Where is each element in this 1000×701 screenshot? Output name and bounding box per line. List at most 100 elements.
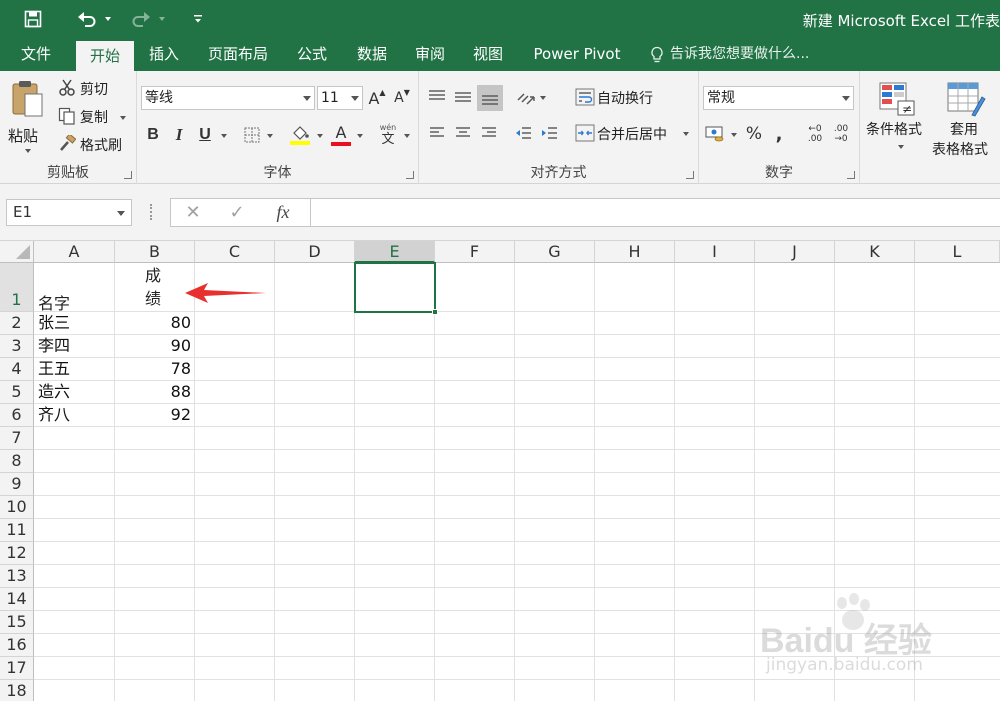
save-button[interactable] [20,6,46,32]
redo-button[interactable] [128,6,154,32]
borders-button[interactable] [241,123,263,147]
column-header-l[interactable]: L [915,241,1000,263]
dialog-launcher-icon[interactable] [847,171,855,179]
increase-indent-button[interactable] [537,121,561,145]
row-header-17[interactable]: 17 [0,657,34,680]
align-top-button[interactable] [425,85,449,109]
name-box[interactable]: E1 [6,199,132,226]
increase-decimal-button[interactable]: ←0 .00 [803,122,827,146]
grow-font-button[interactable]: A ▲ [366,86,388,110]
row-header-10[interactable]: 10 [0,496,34,519]
row-header-8[interactable]: 8 [0,450,34,473]
cell-name[interactable]: 李四 [34,335,115,358]
cell-name[interactable]: 造六 [34,381,115,404]
wrap-text-button[interactable]: 自动换行 [573,85,685,109]
font-color-button[interactable]: A [330,121,352,149]
cell-score[interactable]: 80 [115,312,195,335]
undo-dropdown[interactable] [102,6,114,32]
cut-button[interactable]: 剪切 [56,77,132,99]
dialog-launcher-icon[interactable] [406,171,414,179]
row-header-6[interactable]: 6 [0,404,34,427]
tab-power-pivot[interactable]: Power Pivot [526,38,628,71]
align-right-button[interactable] [477,121,501,145]
percent-button[interactable]: % [743,122,765,146]
cell-score[interactable]: 78 [115,358,195,381]
comma-button[interactable]: , [769,122,789,146]
bold-button[interactable]: B [143,123,163,147]
chevron-down-icon[interactable] [221,134,227,138]
chevron-down-icon[interactable] [267,134,273,138]
tab-home[interactable]: 开始 [76,41,134,71]
chevron-down-icon[interactable] [357,134,363,138]
insert-function-button[interactable]: fx [268,199,298,226]
select-all-button[interactable] [0,241,34,263]
paste-button[interactable]: 粘贴 [6,77,50,155]
row-header-3[interactable]: 3 [0,335,34,358]
column-header-d[interactable]: D [275,241,355,263]
decrease-decimal-button[interactable]: .00 →0 [829,122,853,146]
fill-handle[interactable] [432,309,438,315]
font-name-combo[interactable]: 等线 [141,86,315,110]
formula-input[interactable] [310,198,1000,227]
column-header-e[interactable]: E [355,241,435,263]
decrease-indent-button[interactable] [511,121,535,145]
column-header-a[interactable]: A [34,241,115,263]
row-header-11[interactable]: 11 [0,519,34,542]
column-header-j[interactable]: J [755,241,835,263]
column-header-c[interactable]: C [195,241,275,263]
column-header-k[interactable]: K [835,241,915,263]
tab-file[interactable]: 文件 [10,38,62,71]
chevron-down-icon[interactable] [317,134,323,138]
cell-name[interactable]: 王五 [34,358,115,381]
cancel-formula-button[interactable]: ✕ [180,199,206,226]
dialog-launcher-icon[interactable] [124,171,132,179]
italic-button[interactable]: I [169,123,189,147]
cell-name[interactable]: 张三 [34,312,115,335]
align-bottom-button[interactable] [477,85,503,111]
cell-b1[interactable]: 成 绩 [115,263,195,312]
row-header-5[interactable]: 5 [0,381,34,404]
customize-qat-button[interactable] [190,6,206,32]
accounting-format-button[interactable] [703,122,727,146]
orientation-button[interactable] [513,85,539,109]
cell-score[interactable]: 88 [115,381,195,404]
tab-data[interactable]: 数据 [348,38,396,71]
row-header-9[interactable]: 9 [0,473,34,496]
column-header-f[interactable]: F [435,241,515,263]
dialog-launcher-icon[interactable] [686,171,694,179]
merge-center-button[interactable]: 合并后居中 [573,121,695,145]
shrink-font-button[interactable]: A ▼ [391,86,413,110]
row-header-4[interactable]: 4 [0,358,34,381]
tell-me-box[interactable]: 告诉我您想要做什么... [648,38,848,71]
phonetic-button[interactable]: wén 文 [376,121,400,149]
tab-insert[interactable]: 插入 [140,38,188,71]
align-middle-button[interactable] [451,85,475,109]
row-header-12[interactable]: 12 [0,542,34,565]
row-header-7[interactable]: 7 [0,427,34,450]
row-header-15[interactable]: 15 [0,611,34,634]
undo-button[interactable] [74,6,100,32]
underline-button[interactable]: U [195,123,215,147]
cell-name[interactable]: 齐八 [34,404,115,427]
format-as-table-button[interactable]: 套用 表格格式 [930,79,1000,158]
redo-dropdown[interactable] [156,6,168,32]
copy-button[interactable]: 复制 [56,105,132,127]
tab-formulas[interactable]: 公式 [288,38,336,71]
row-header-18[interactable]: 18 [0,680,34,701]
font-size-combo[interactable]: 11 [317,86,363,110]
column-header-b[interactable]: B [115,241,195,263]
enter-formula-button[interactable]: ✓ [224,199,250,226]
fill-color-button[interactable] [289,121,311,149]
cell-score[interactable]: 90 [115,335,195,358]
conditional-format-button[interactable]: ≠ 条件格式 [864,79,930,157]
align-left-button[interactable] [425,121,449,145]
number-format-combo[interactable]: 常规 [703,86,854,110]
tab-page-layout[interactable]: 页面布局 [200,38,276,71]
row-header-2[interactable]: 2 [0,312,34,335]
cell-score[interactable]: 92 [115,404,195,427]
column-header-g[interactable]: G [515,241,595,263]
row-header-13[interactable]: 13 [0,565,34,588]
cell-a1[interactable]: 名字 [34,263,115,313]
chevron-down-icon[interactable] [731,133,737,137]
column-header-i[interactable]: I [675,241,755,263]
